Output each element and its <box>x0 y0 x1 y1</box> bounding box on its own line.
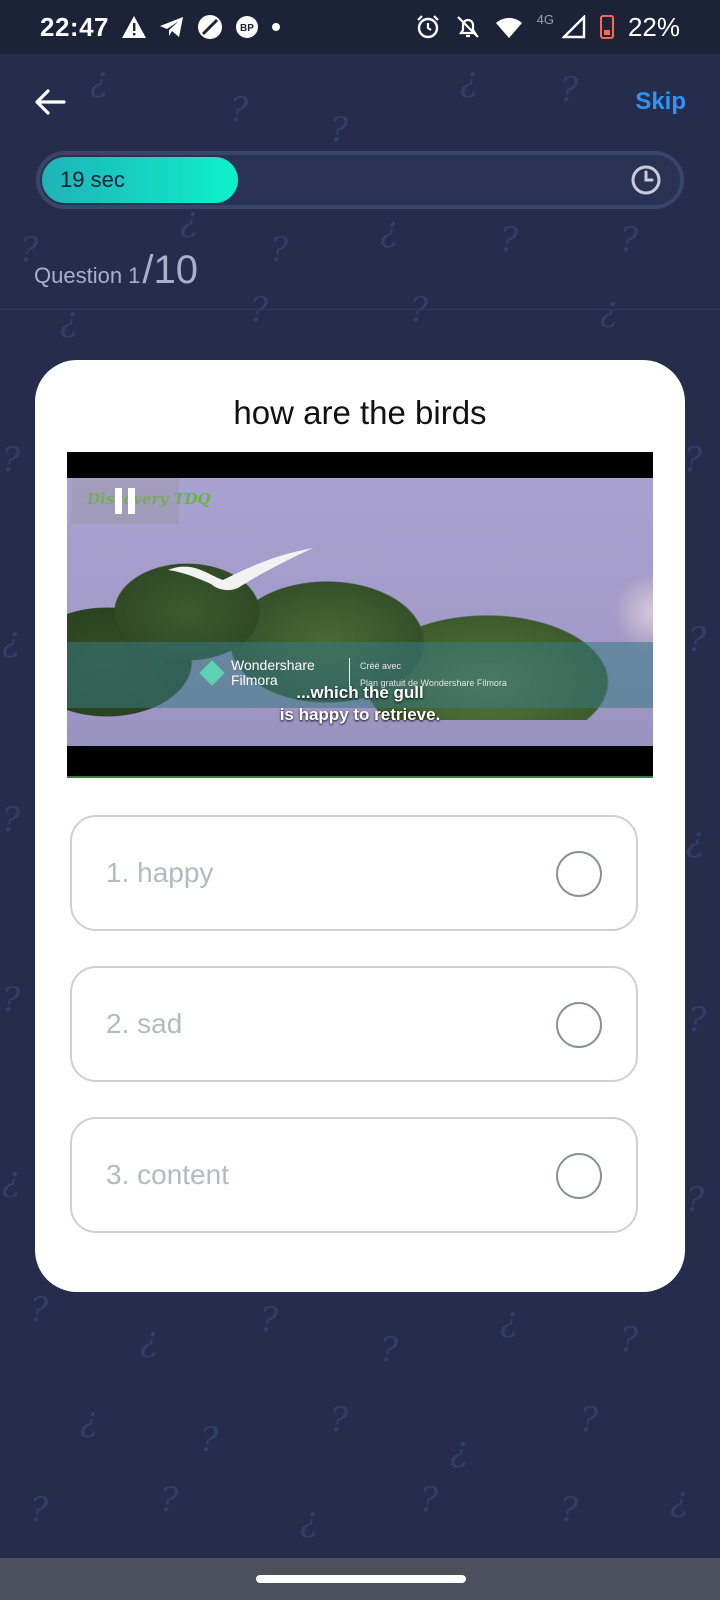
back-button[interactable] <box>28 80 72 124</box>
alarm-icon <box>415 14 441 40</box>
telegram-icon <box>159 15 185 39</box>
status-time: 22:47 <box>40 11 109 42</box>
answer-option-label: 2. sad <box>106 1008 183 1039</box>
signal-icon <box>561 15 586 39</box>
question-counter-total: /10 <box>142 248 199 292</box>
clock-icon <box>631 165 661 195</box>
dot-icon <box>271 22 281 32</box>
warning-icon <box>121 15 147 39</box>
video-caption: ...which the gull is happy to retrieve. <box>67 682 653 726</box>
answer-option-2[interactable]: 2. sad <box>70 966 638 1082</box>
answer-option-3[interactable]: 3. content <box>70 1117 638 1233</box>
svg-text:BP: BP <box>240 23 254 34</box>
battery-low-icon <box>599 15 614 39</box>
video-blur <box>613 572 653 652</box>
question-card: how are the birds Wondershare Filmora Cr… <box>35 360 685 1292</box>
divider <box>0 309 720 310</box>
status-bar: 22:47 BP 4G 22% <box>0 0 720 54</box>
radio-button[interactable] <box>556 851 602 897</box>
question-title: how are the birds <box>233 394 487 431</box>
answer-option-1[interactable]: 1. happy <box>70 815 638 931</box>
network-type: 4G <box>536 11 554 27</box>
arrow-left-icon <box>35 89 66 115</box>
pause-icon-bar <box>128 488 135 514</box>
answer-option-label: 3. content <box>106 1159 229 1190</box>
bell-off-icon <box>455 14 481 40</box>
timer-progress: 19 sec <box>42 157 238 203</box>
timer-label: 19 sec <box>60 167 125 192</box>
watermark-line-1: Wondershare <box>231 657 315 673</box>
wifi-icon <box>495 15 523 39</box>
bp-icon: BP <box>235 15 259 39</box>
no-sim-icon <box>197 14 223 40</box>
watermark-sub-line-1: Créé avec <box>360 661 402 671</box>
caption-line-2: is happy to retrieve. <box>279 705 441 724</box>
navigation-bar <box>0 1558 720 1600</box>
question-counter-current: Question 1 <box>34 263 141 288</box>
pause-button[interactable] <box>71 478 179 524</box>
timer-bar: 19 sec <box>36 151 684 209</box>
radio-button[interactable] <box>556 1002 602 1048</box>
home-indicator[interactable] <box>256 1575 466 1583</box>
battery-level: 22% <box>627 11 680 42</box>
gull-image <box>168 548 313 591</box>
answer-option-label: 1. happy <box>106 857 214 888</box>
skip-button[interactable]: Skip <box>635 88 686 116</box>
pause-icon <box>115 488 122 514</box>
video-player[interactable]: Wondershare Filmora Créé avec Plan gratu… <box>67 452 653 778</box>
caption-line-1: ...which the gull <box>296 683 424 702</box>
question-counter: Question 1 /10 <box>34 248 198 293</box>
radio-button[interactable] <box>556 1153 602 1199</box>
